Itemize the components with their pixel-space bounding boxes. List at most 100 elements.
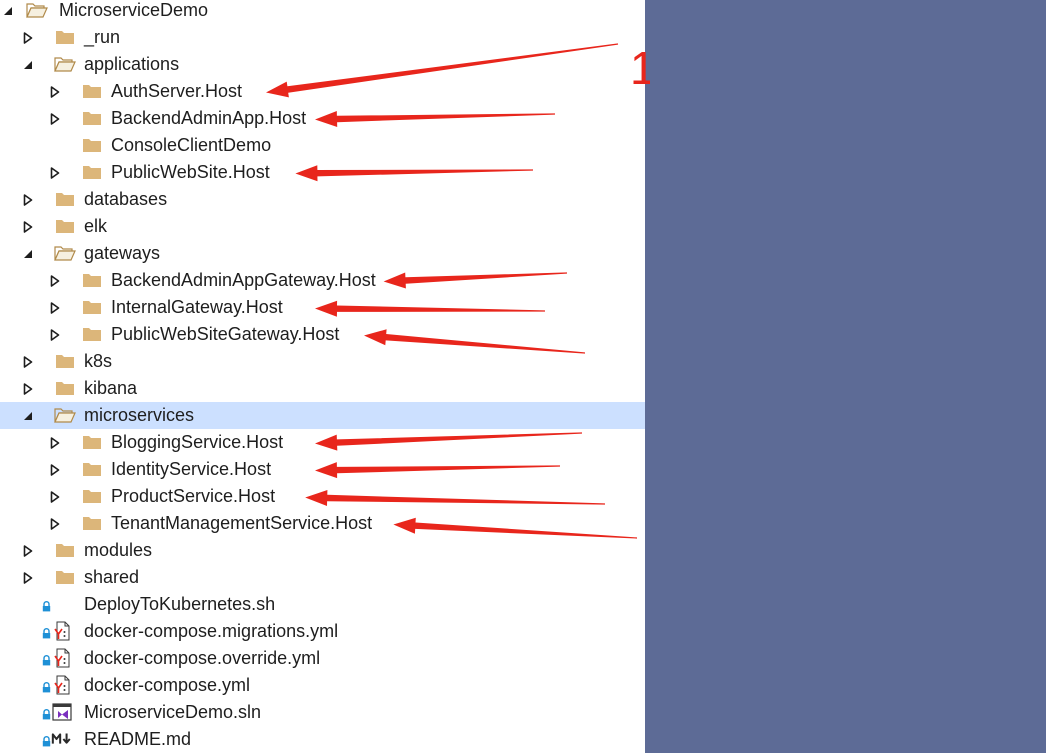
tree-item[interactable]: ProductService.Host	[0, 483, 645, 510]
tree-item[interactable]: shared	[0, 564, 645, 591]
folder-icon	[54, 568, 76, 586]
folder-open-icon	[54, 55, 76, 73]
tree-item[interactable]: PublicWebSite.Host	[0, 159, 645, 186]
tree-item[interactable]: AuthServer.Host	[0, 78, 645, 105]
tree-item-label: docker-compose.override.yml	[84, 648, 321, 668]
expand-collapse-toggle-collapsed-icon[interactable]	[20, 537, 36, 564]
tree-item-label: TenantManagementService.Host	[111, 513, 373, 533]
tree-item[interactable]: _run	[0, 24, 645, 51]
folder-open-icon	[54, 406, 76, 424]
tree-item-label: microservices	[84, 405, 195, 425]
expand-collapse-toggle-expanded-icon[interactable]	[0, 0, 16, 24]
tree-item[interactable]: TenantManagementService.Host	[0, 510, 645, 537]
expand-collapse-toggle-collapsed-icon[interactable]	[47, 78, 63, 105]
expand-collapse-toggle-collapsed-icon[interactable]	[47, 159, 63, 186]
expand-collapse-toggle-collapsed-icon[interactable]	[47, 294, 63, 321]
folder-icon	[54, 541, 76, 559]
folder-open-icon	[26, 1, 48, 19]
shell-file-icon	[51, 595, 73, 613]
yaml-file-icon	[51, 621, 73, 641]
tree-item[interactable]: applications	[0, 51, 645, 78]
folder-icon	[81, 136, 103, 154]
tree-item-label: README.md	[84, 729, 192, 749]
folder-icon	[81, 433, 103, 451]
solution-explorer-tree: MicroserviceDemo _run applications AuthServ…	[0, 0, 645, 753]
tree-item[interactable]: docker-compose.yml	[0, 672, 645, 699]
tree-item-label: ProductService.Host	[111, 486, 276, 506]
tree-item-label: BackendAdminAppGateway.Host	[111, 270, 376, 290]
tree-item-label: docker-compose.yml	[84, 675, 251, 695]
tree-item-label: AuthServer.Host	[111, 81, 243, 101]
expand-collapse-toggle-collapsed-icon[interactable]	[47, 456, 63, 483]
tree-item-label: PublicWebSiteGateway.Host	[111, 324, 340, 344]
tree-item[interactable]: IdentityService.Host	[0, 456, 645, 483]
tree-item-label: MicroserviceDemo	[59, 0, 209, 20]
expand-collapse-toggle-collapsed-icon[interactable]	[47, 267, 63, 294]
expand-collapse-toggle-expanded-icon[interactable]	[20, 240, 36, 267]
tree-item-label: MicroserviceDemo.sln	[84, 702, 262, 722]
expand-collapse-toggle-collapsed-icon[interactable]	[20, 348, 36, 375]
tree-item-label: InternalGateway.Host	[111, 297, 283, 317]
lock-icon	[42, 599, 51, 612]
tree-item[interactable]: kibana	[0, 375, 645, 402]
tree-item[interactable]: databases	[0, 186, 645, 213]
lock-icon	[42, 626, 51, 639]
expand-collapse-toggle-collapsed-icon[interactable]	[20, 186, 36, 213]
tree-item[interactable]: PublicWebSiteGateway.Host	[0, 321, 645, 348]
expand-collapse-toggle-expanded-icon[interactable]	[20, 51, 36, 78]
tree-item[interactable]: BackendAdminApp.Host	[0, 105, 645, 132]
expand-collapse-toggle-collapsed-icon[interactable]	[47, 321, 63, 348]
expand-collapse-toggle-collapsed-icon[interactable]	[47, 429, 63, 456]
tree-item-label: databases	[84, 189, 168, 209]
tree-item[interactable]: ConsoleClientDemo	[0, 132, 645, 159]
tree-item[interactable]: k8s	[0, 348, 645, 375]
folder-icon	[81, 163, 103, 181]
lock-icon	[42, 653, 51, 666]
tree-item[interactable]: docker-compose.override.yml	[0, 645, 645, 672]
folder-icon	[81, 487, 103, 505]
tree-item[interactable]: InternalGateway.Host	[0, 294, 645, 321]
expand-collapse-toggle-collapsed-icon[interactable]	[47, 510, 63, 537]
tree-item[interactable]: BackendAdminAppGateway.Host	[0, 267, 645, 294]
tree-item[interactable]: modules	[0, 537, 645, 564]
tree-item[interactable]: MicroserviceDemo	[0, 0, 645, 24]
tree-item-label: gateways	[84, 243, 161, 263]
expand-collapse-toggle-collapsed-icon[interactable]	[20, 213, 36, 240]
tree-item[interactable]: BloggingService.Host	[0, 429, 645, 456]
folder-icon	[81, 514, 103, 532]
yaml-file-icon	[51, 648, 73, 668]
tree-item[interactable]: docker-compose.migrations.yml	[0, 618, 645, 645]
tree-item-label: kibana	[84, 378, 138, 398]
expand-collapse-toggle-collapsed-icon[interactable]	[47, 105, 63, 132]
tree-item-label: applications	[84, 54, 180, 74]
yaml-file-icon	[51, 675, 73, 695]
tree-item[interactable]: README.md	[0, 726, 645, 753]
tree-item-label: k8s	[84, 351, 113, 371]
tree-item[interactable]: DeployToKubernetes.sh	[0, 591, 645, 618]
lock-icon	[42, 707, 51, 720]
folder-icon	[54, 28, 76, 46]
tree-item-label: docker-compose.migrations.yml	[84, 621, 339, 641]
folder-icon	[81, 325, 103, 343]
folder-icon	[81, 460, 103, 478]
lock-icon	[42, 734, 51, 747]
tree-item-label: BackendAdminApp.Host	[111, 108, 307, 128]
lock-icon	[42, 680, 51, 693]
tree-item[interactable]: gateways	[0, 240, 645, 267]
expand-collapse-toggle-collapsed-icon[interactable]	[47, 483, 63, 510]
tree-item[interactable]: MicroserviceDemo.sln	[0, 699, 645, 726]
expand-collapse-toggle-expanded-icon[interactable]	[20, 402, 36, 429]
expand-collapse-toggle-collapsed-icon[interactable]	[20, 24, 36, 51]
expand-collapse-toggle-collapsed-icon[interactable]	[20, 564, 36, 591]
folder-icon	[81, 82, 103, 100]
side-panel	[645, 0, 1046, 753]
tree-item[interactable]: elk	[0, 213, 645, 240]
tree-item-label: DeployToKubernetes.sh	[84, 594, 276, 614]
tree-item-label: IdentityService.Host	[111, 459, 272, 479]
folder-open-icon	[54, 244, 76, 262]
folder-icon	[81, 109, 103, 127]
folder-icon	[54, 379, 76, 397]
folder-icon	[54, 217, 76, 235]
expand-collapse-toggle-collapsed-icon[interactable]	[20, 375, 36, 402]
tree-item[interactable]: microservices	[0, 402, 645, 429]
